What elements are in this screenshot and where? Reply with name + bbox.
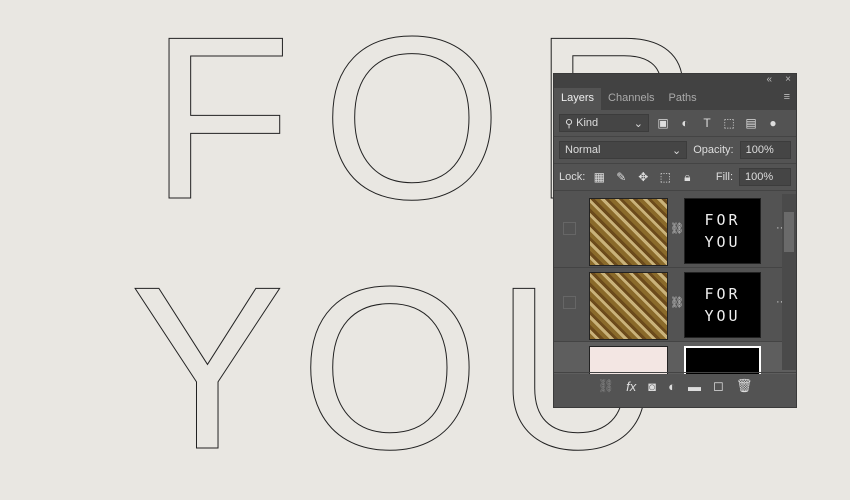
layer-row[interactable]: ⛓ FOR YOU ··: [554, 194, 796, 268]
layer-mask-thumbnail: FOR YOU: [684, 198, 761, 264]
blend-mode-select[interactable]: Normal ⌄: [559, 141, 688, 159]
layers-scrollbar[interactable]: [782, 194, 796, 370]
fx-icon[interactable]: fx: [626, 379, 636, 394]
opacity-input[interactable]: 100%: [739, 141, 791, 159]
filter-kind-select[interactable]: ⚲ Kind ⌄: [559, 114, 649, 132]
layer-row[interactable]: [554, 342, 796, 374]
smart-object-filter-icon[interactable]: ▤: [743, 116, 759, 130]
collapse-icon[interactable]: «: [766, 74, 772, 85]
blend-mode-value: Normal: [565, 144, 601, 156]
layer-thumbnail: [589, 346, 668, 374]
add-mask-icon[interactable]: ◙: [648, 379, 656, 394]
lock-all-icon[interactable]: 🔒︎: [679, 170, 695, 185]
layer-mask-thumbnail: FOR YOU: [684, 272, 761, 338]
adjustment-layer-icon[interactable]: ◐: [668, 379, 676, 394]
lock-label: Lock:: [559, 171, 586, 183]
panel-menu-icon[interactable]: ≡: [784, 91, 790, 103]
tab-layers[interactable]: Layers: [554, 88, 602, 110]
layer-thumbnail: [589, 198, 668, 266]
opacity-value: 100%: [745, 144, 774, 156]
lock-artboard-icon[interactable]: ⬚: [657, 170, 673, 184]
layers-panel: « × Layers Channels Paths ≡ ⚲ Kind ⌄ ▣ ◐ …: [553, 73, 797, 408]
close-icon[interactable]: ×: [785, 74, 791, 85]
lock-transparency-icon[interactable]: ▦: [591, 170, 607, 184]
filter-kind-label: Kind: [576, 117, 599, 129]
image-filter-icon[interactable]: ▣: [655, 116, 671, 130]
adjustment-filter-icon[interactable]: ◐: [677, 116, 693, 130]
link-icon[interactable]: ⛓: [670, 296, 684, 309]
opacity-label: Opacity:: [693, 144, 734, 156]
lock-move-icon[interactable]: ✥: [635, 170, 651, 184]
visibility-toggle[interactable]: [563, 296, 576, 309]
filter-toggle[interactable]: ●: [765, 116, 781, 130]
layer-row[interactable]: ⛓ FOR YOU ··: [554, 268, 796, 342]
new-layer-icon[interactable]: ◻: [713, 378, 724, 394]
visibility-toggle[interactable]: [563, 222, 576, 235]
tab-paths[interactable]: Paths: [662, 88, 704, 110]
fill-input[interactable]: 100%: [739, 168, 791, 186]
link-icon[interactable]: ⛓: [670, 222, 684, 235]
delete-icon[interactable]: 🗑︎: [736, 378, 753, 394]
tab-channels[interactable]: Channels: [601, 88, 661, 110]
search-icon: ⚲: [565, 117, 577, 130]
layers-list: ⛓ FOR YOU ·· ⛓ FOR YOU ··: [554, 194, 796, 374]
scrollbar-thumb[interactable]: [784, 212, 794, 252]
layer-thumbnail: [589, 272, 668, 340]
fill-label: Fill:: [715, 171, 733, 183]
link-layers-icon[interactable]: ⛓: [598, 378, 615, 394]
fill-value: 100%: [745, 171, 774, 183]
lock-paint-icon[interactable]: ✎: [613, 170, 629, 184]
group-folder-icon[interactable]: ▬: [688, 379, 701, 394]
type-filter-icon[interactable]: T: [699, 116, 715, 130]
layer-mask-thumbnail: [684, 346, 761, 374]
shape-filter-icon[interactable]: ⬚: [721, 116, 737, 130]
